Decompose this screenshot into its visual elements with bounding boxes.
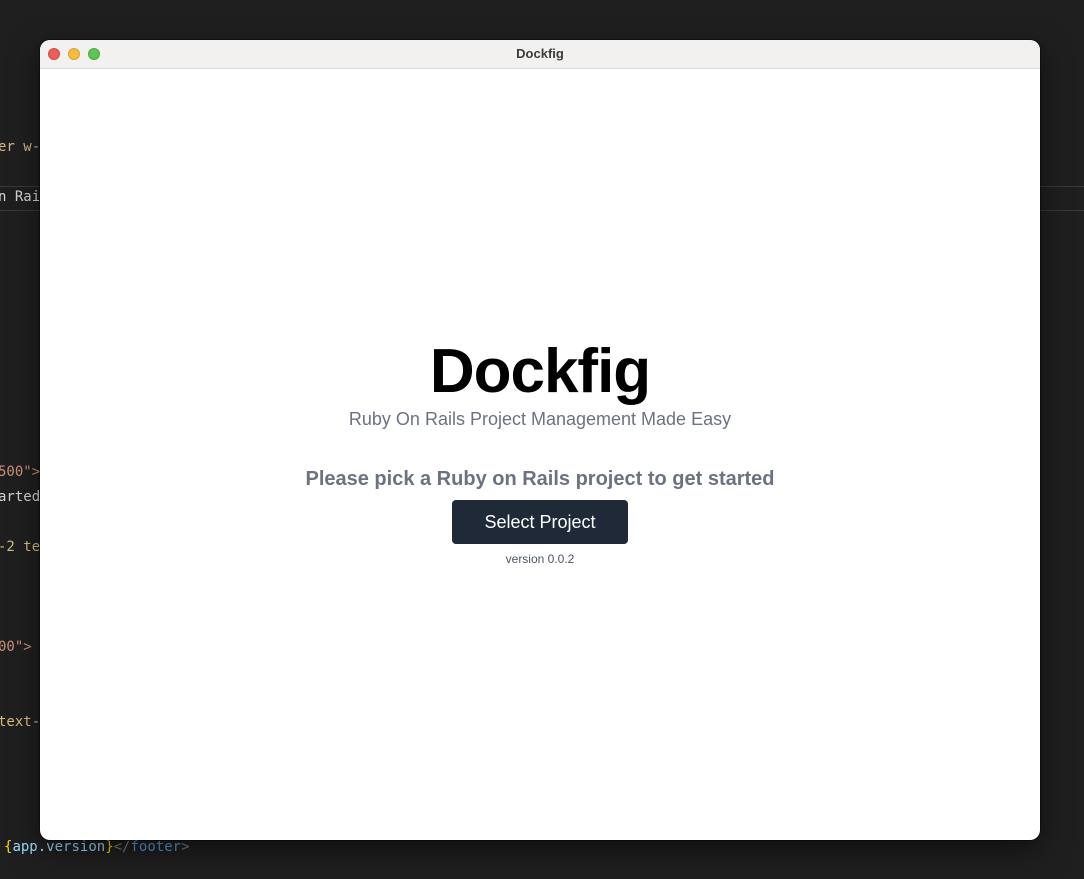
version-label: version 0.0.2 bbox=[505, 552, 575, 566]
app-subtitle: Ruby On Rails Project Management Made Ea… bbox=[348, 409, 732, 429]
project-prompt: Please pick a Ruby on Rails project to g… bbox=[305, 468, 775, 490]
code-line: arted bbox=[0, 489, 41, 505]
app-window: Dockfig Dockfig Ruby On Rails Project Ma… bbox=[40, 40, 1040, 840]
code-line: n Rai bbox=[0, 189, 41, 205]
select-project-button[interactable]: Select Project bbox=[452, 500, 628, 544]
window-titlebar[interactable]: Dockfig bbox=[40, 40, 1040, 69]
main-content: Dockfig Ruby On Rails Project Management… bbox=[40, 69, 1040, 840]
code-token: </ bbox=[113, 839, 131, 855]
code-line: er w- bbox=[0, 139, 41, 155]
code-token: . bbox=[37, 839, 47, 855]
code-token: > bbox=[181, 839, 190, 855]
code-token: } bbox=[105, 839, 114, 855]
code-line: -2 te bbox=[0, 539, 41, 555]
code-token: footer bbox=[130, 839, 182, 855]
code-line: 500"> bbox=[0, 464, 41, 480]
code-line: 00"> bbox=[0, 639, 32, 655]
code-line: text- bbox=[0, 714, 41, 730]
window-title: Dockfig bbox=[516, 46, 564, 61]
app-title: Dockfig bbox=[429, 337, 651, 406]
code-line-footer: {app.version}</footer> bbox=[4, 839, 190, 855]
code-token: app bbox=[12, 839, 38, 855]
code-token: version bbox=[46, 839, 106, 855]
